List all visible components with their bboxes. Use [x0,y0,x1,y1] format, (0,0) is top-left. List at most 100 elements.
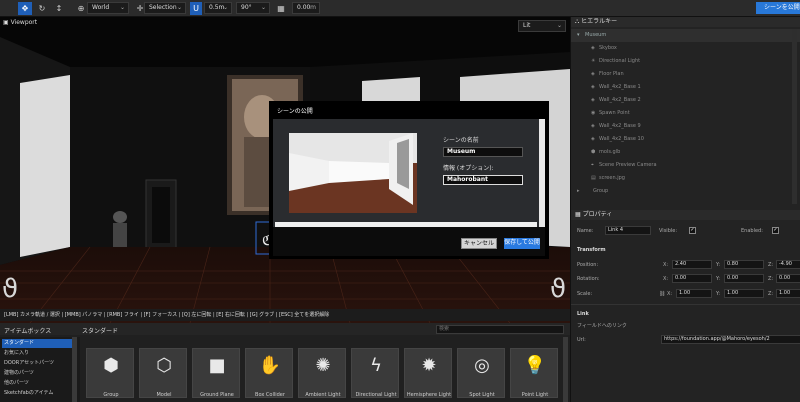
scene-name-label: シーンの名前 [443,137,479,144]
dialog-body: シーンの名前 Museum 情報 (オプション): Mahorobant [273,119,545,227]
info-label: 情報 (オプション): [443,165,494,172]
asset-scrollbar[interactable] [563,337,568,402]
bulb-icon: 💡 [523,355,547,376]
rotation-x-input[interactable]: 0.00 [672,274,712,283]
scale-z-input[interactable]: 1.00 [776,289,800,298]
hierarchy-item-label: Skybox [599,45,617,51]
asset-tile[interactable]: ■ Ground Plane [192,348,240,398]
properties-icon: ▦ [575,211,583,218]
enabled-checkbox[interactable]: ✓ [772,227,779,234]
asset-tile[interactable]: ✋ Box Collider [245,348,293,398]
url-label: Url: [577,337,586,343]
hierarchy-list: ◈ Skybox ☀ Directional Light ◈ Floor Plan ◈ Wal… [571,42,800,198]
link-title: Link [577,311,589,317]
hierarchy-header: ⛬ ヒエラルキー [571,17,800,27]
asset-tile[interactable]: ◎ Spot Light [457,348,505,398]
hierarchy-item-label: Wall_4x2_Base 9 [599,123,641,129]
hierarchy-item[interactable]: ▸ Group [571,185,800,198]
hierarchy-item-label: Scene Preview Camera [599,162,657,168]
hierarchy-scrollbar[interactable] [792,29,797,204]
image-icon: ▤ [591,175,596,181]
grid-icon[interactable]: ▦ [274,2,288,15]
save-publish-button[interactable]: 保存して公開 [504,238,540,249]
position-y-label: Y: [716,262,721,268]
scale-tool-icon[interactable]: ↕ [52,2,66,15]
mode-select[interactable]: Selection ⌄ [144,2,186,14]
rotation-y-input[interactable]: 0.00 [724,274,764,283]
hierarchy-item[interactable]: ◈ Floor Plan [571,68,800,81]
hierarchy-item-label: Spawn Point [599,110,630,116]
hierarchy-item-label: Floor Plan [599,71,624,77]
model-icon: ⬢ [591,149,596,155]
collapse-icon: ▾ [577,32,580,38]
hierarchy-item[interactable]: ◈ Wall_4x2_Base 1 [571,81,800,94]
divider [571,304,800,305]
asset-tile[interactable]: ⬡ Model [139,348,187,398]
light-icon: ☀ [591,58,596,64]
target-icon: ◎ [474,355,490,376]
visible-checkbox[interactable]: ✓ [689,227,696,234]
snap-toggle-icon[interactable]: U [190,2,202,15]
publish-dialog: シーンの公開 シーンの名前 Museum 情報 (オプション): Mahorob… [272,104,546,256]
cancel-button[interactable]: キャンセル [461,238,497,249]
name-input[interactable]: Link 4 [605,226,651,235]
rotate-tool-icon[interactable]: ↻ [35,2,49,15]
scale-y-input[interactable]: 1.00 [724,289,764,298]
asset-tile[interactable]: 💡 Point Light [510,348,558,398]
hierarchy-item-label: Directional Light [599,58,641,64]
hierarchy-item[interactable]: ◉ Spawn Point [571,107,800,120]
angle-select[interactable]: 90° ⌄ [236,2,270,14]
hierarchy-item[interactable]: ◈ Skybox [571,42,800,55]
space-select[interactable]: World ⌄ [87,2,129,14]
scene-name-input[interactable]: Museum [443,147,523,157]
rotation-y-label: Y: [716,276,721,282]
move-tool-icon[interactable]: ✥ [18,2,32,15]
controls-hint: [LMB] カメラ軌道 / 選択 | [MMB] パノラマ | [RMB] フラ… [0,309,570,321]
hierarchy-item[interactable]: ◈ Wall_4x2_Base 2 [571,94,800,107]
scale-x-input[interactable]: 1.00 [676,289,712,298]
scale-y-label: Y: [716,291,721,297]
hierarchy-item-label: mols.glb [599,149,621,155]
asset-tile[interactable]: ϟ Directional Light [351,348,399,398]
hierarchy-item[interactable]: ☀ Directional Light [571,55,800,68]
position-y-input[interactable]: 0.80 [724,260,764,269]
asset-tile-label: Spot Light [469,392,495,398]
position-x-label: X: [663,262,669,268]
hierarchy-item[interactable]: ▤ screen.jpg [571,172,800,185]
hierarchy-item[interactable]: ◈ Wall_4x2_Base 10 [571,133,800,146]
transform-title: Transform [577,247,606,253]
hierarchy-item-label: Wall_4x2_Base 2 [599,97,641,103]
asset-tile[interactable]: ✺ Ambient Light [298,348,346,398]
name-label: Name: [577,228,594,234]
link-scale-icon[interactable]: ⛓ [659,291,665,297]
rotation-z-label: Z: [768,276,774,282]
info-input[interactable]: Mahorobant [443,175,523,185]
svg-text:ϑ: ϑ [2,274,18,304]
hierarchy-item[interactable]: ⬢ mols.glb [571,146,800,159]
url-input[interactable]: https://foundation.app/@Mahoro/eyesoh/2 [661,335,800,344]
publish-scene-button[interactable]: シーンを公開 [756,2,800,14]
hierarchy-item[interactable]: ◈ Wall_4x2_Base 9 [571,120,800,133]
main-toolbar: ✥ ↻ ↕ ⊕ World ⌄ ✛ Selection ⌄ U 0.5m ⌄ 90° ⌄… [0,0,800,17]
asset-tile[interactable]: ✹ Hemisphere Light [404,348,452,398]
lighting-mode-select[interactable]: Lit ⌄ [518,20,566,32]
position-z-input[interactable]: -4.90 [776,260,800,269]
rotation-z-input[interactable]: 0.00 [776,274,800,283]
position-x-input[interactable]: 2.40 [672,260,712,269]
hemisphere-icon: ✹ [421,355,437,376]
snap-select[interactable]: 0.5m ⌄ [204,2,232,14]
asset-tiles: ⬢ Group ⬡ Model ■ Ground Plane ✋ Box Collider ✺ A… [0,323,570,402]
asset-tile[interactable]: ⬢ Group [86,348,134,398]
hierarchy-item-label: screen.jpg [599,175,625,181]
cube-icon: ◈ [591,45,595,51]
dialog-scrollbar[interactable] [539,119,545,227]
hierarchy-item[interactable]: ⌖ Scene Preview Camera [571,159,800,172]
hierarchy-item-label: Wall_4x2_Base 1 [599,84,641,90]
enabled-label: Enabled: [741,228,763,234]
hierarchy-root[interactable]: ▾ Museum [571,29,800,42]
position-label: Position: [577,262,599,268]
svg-text:ℭ: ℭ [262,233,272,249]
rotation-x-label: X: [663,276,669,282]
grid-size-input[interactable]: 0.00 m [292,2,320,14]
dialog-title: シーンの公開 [273,105,545,119]
